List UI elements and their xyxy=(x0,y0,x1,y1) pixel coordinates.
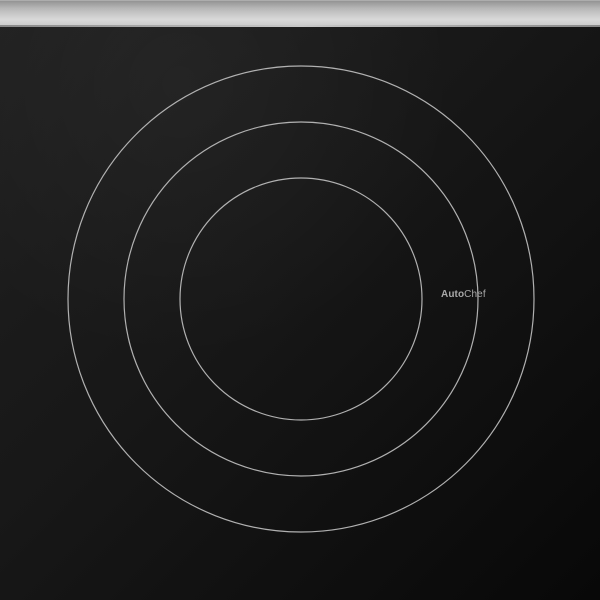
autochef-logo: AutoChef xyxy=(441,289,486,301)
inner-ring xyxy=(179,177,423,421)
cooking-zone-rings xyxy=(67,65,535,533)
logo-auto-text: Auto xyxy=(441,289,465,300)
middle-ring xyxy=(123,121,479,477)
logo-chef-text: Chef xyxy=(464,289,486,300)
induction-cooktop-image: AutoChef xyxy=(0,0,600,600)
